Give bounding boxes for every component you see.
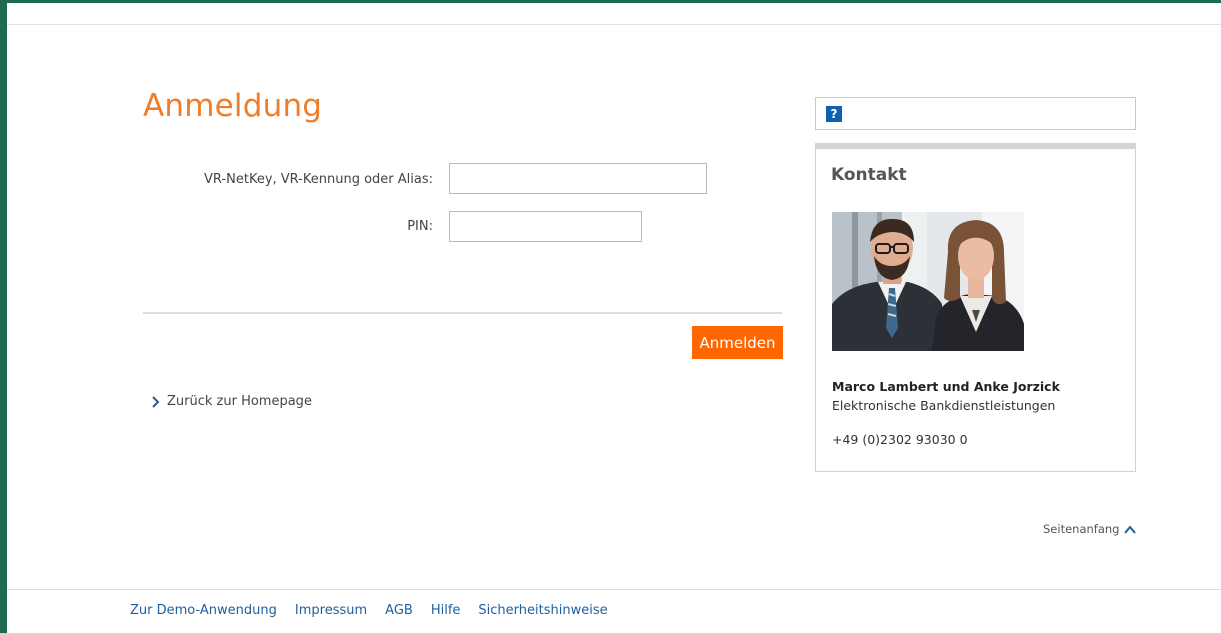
footer-link-hilfe[interactable]: Hilfe — [431, 603, 461, 618]
contact-name: Marco Lambert und Anke Jorzick — [832, 379, 1060, 394]
back-to-homepage-label: Zurück zur Homepage — [167, 394, 312, 409]
contact-photo-image — [832, 212, 1024, 351]
help-icon[interactable]: ? — [826, 106, 842, 122]
footer-link-sicherheitshinweise[interactable]: Sicherheitshinweise — [478, 603, 607, 618]
contact-photo — [832, 212, 1024, 351]
login-button[interactable]: Anmelden — [692, 326, 783, 359]
footer-nav: Zur Demo-Anwendung Impressum AGB Hilfe S… — [130, 603, 626, 618]
contact-title: Kontakt — [831, 165, 907, 185]
contact-role: Elektronische Bankdienstleistungen — [832, 398, 1056, 413]
chevron-up-icon — [1124, 524, 1137, 534]
footer-link-impressum[interactable]: Impressum — [295, 603, 367, 618]
form-divider — [143, 312, 782, 314]
footer-divider — [7, 589, 1221, 590]
footer-link-demo[interactable]: Zur Demo-Anwendung — [130, 603, 277, 618]
footer-link-agb[interactable]: AGB — [385, 603, 413, 618]
help-box: ? — [815, 97, 1136, 130]
window-frame-top — [0, 0, 1221, 3]
pin-label: PIN: — [407, 219, 433, 234]
netkey-label: VR-NetKey, VR-Kennung oder Alias: — [204, 172, 433, 187]
back-to-top-link[interactable]: Seitenanfang — [1043, 522, 1137, 536]
contact-phone[interactable]: +49 (0)2302 93030 0 — [832, 432, 968, 447]
contact-card: Kontakt Marco Lambert und Anke Jorzick E… — [815, 143, 1136, 472]
page-title: Anmeldung — [143, 88, 323, 124]
window-frame-left — [0, 0, 7, 633]
pin-input[interactable] — [449, 211, 642, 242]
header-divider — [7, 24, 1221, 25]
back-to-top-label: Seitenanfang — [1043, 522, 1120, 536]
chevron-right-icon — [152, 395, 160, 408]
back-to-homepage-link[interactable]: Zurück zur Homepage — [150, 394, 312, 409]
netkey-input[interactable] — [449, 163, 707, 194]
